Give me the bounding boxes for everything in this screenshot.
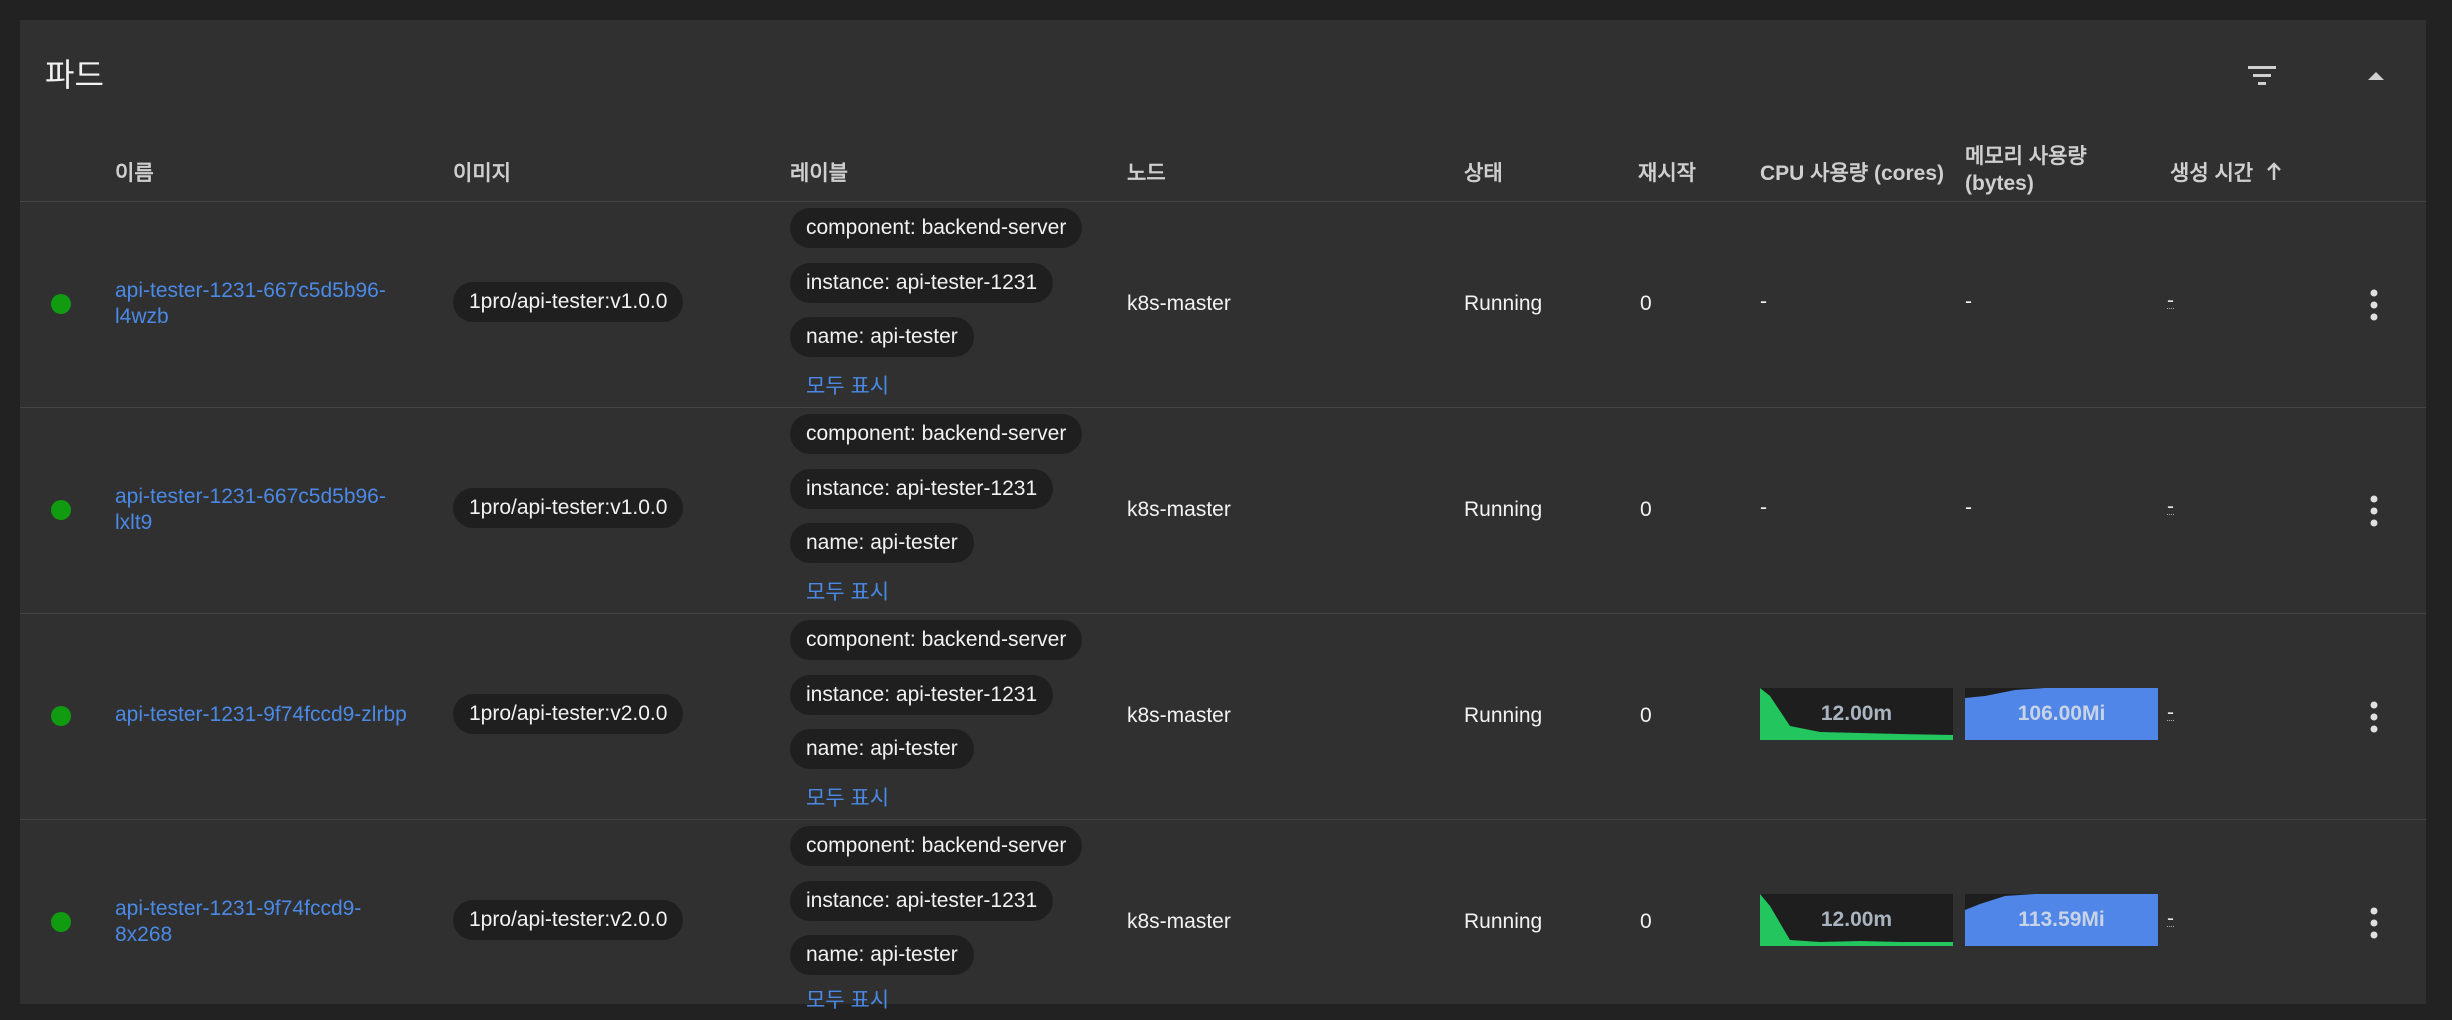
cpu-spark-label: 12.00m: [1820, 702, 1893, 725]
column-name[interactable]: 이름: [115, 157, 154, 187]
cpu-value: -: [1760, 496, 1767, 519]
table-header: 이름 이미지 레이블 노드 상태 재시작 CPU 사용량 (cores) 메모리…: [20, 135, 2426, 202]
restarts-value: 0: [1640, 498, 1652, 521]
restarts-value: 0: [1640, 910, 1652, 933]
table-row: api-tester-1231-9f74fccd9- 8x268 1pro/ap…: [20, 820, 2426, 1012]
more-vert-icon[interactable]: [2362, 905, 2386, 941]
pods-card: 파드 이름 이미지 레이블 노드 상태 재시작 CPU 사용량 (cores) …: [20, 20, 2426, 1012]
more-vert-icon[interactable]: [2362, 287, 2386, 323]
status-running-icon: [51, 912, 71, 932]
status-value: Running: [1464, 910, 1543, 933]
label-chip: name: api-tester: [790, 729, 974, 769]
pod-name-link[interactable]: api-tester-1231-9f74fccd9-zlrbp: [115, 702, 435, 728]
table-row: api-tester-1231-667c5d5b96- lxlt9 1pro/a…: [20, 408, 2426, 614]
created-value[interactable]: -: [2167, 702, 2174, 723]
label-chip: name: api-tester: [790, 935, 974, 975]
more-vert-icon[interactable]: [2362, 493, 2386, 529]
label-chip: name: api-tester: [790, 523, 974, 563]
label-chip: name: api-tester: [790, 317, 974, 357]
pod-name-line1: api-tester-1231-667c5d5b96-: [115, 485, 386, 508]
status-value: Running: [1464, 292, 1543, 315]
column-created-label: 생성 시간: [2170, 162, 2254, 185]
created-value[interactable]: -: [2167, 908, 2174, 929]
show-all-labels-link[interactable]: 모두 표시: [806, 984, 889, 1014]
node-value: k8s-master: [1127, 704, 1231, 727]
card-header: 파드: [20, 20, 2426, 135]
cpu-value: -: [1760, 290, 1767, 313]
card-title: 파드: [45, 57, 104, 93]
column-memory-line2: (bytes): [1965, 172, 2034, 195]
restarts-value: 0: [1640, 292, 1652, 315]
show-all-labels-link[interactable]: 모두 표시: [806, 370, 889, 400]
status-value: Running: [1464, 498, 1543, 521]
label-chip: instance: api-tester-1231: [790, 675, 1054, 715]
more-vert-icon[interactable]: [2362, 699, 2386, 735]
status-running-icon: [51, 294, 71, 314]
pod-name-link[interactable]: api-tester-1231-667c5d5b96- l4wzb: [115, 278, 415, 330]
table-row: api-tester-1231-667c5d5b96- l4wzb 1pro/a…: [20, 202, 2426, 408]
cpu-sparkline: 12.00m: [1760, 894, 1953, 946]
node-value: k8s-master: [1127, 498, 1231, 521]
image-chip: 1pro/api-tester:v2.0.0: [453, 694, 684, 734]
status-running-icon: [51, 706, 71, 726]
pod-name-link[interactable]: api-tester-1231-9f74fccd9- 8x268: [115, 896, 415, 948]
label-chip: instance: api-tester-1231: [790, 881, 1054, 921]
pod-name-line2: 8x268: [115, 923, 173, 946]
expand-less-icon[interactable]: [2352, 52, 2400, 100]
label-chip: component: backend-server: [790, 826, 1083, 866]
label-chip: component: backend-server: [790, 620, 1083, 660]
pod-name-link[interactable]: api-tester-1231-667c5d5b96- lxlt9: [115, 484, 415, 536]
label-chip: component: backend-server: [790, 414, 1083, 454]
image-chip: 1pro/api-tester:v1.0.0: [453, 282, 684, 322]
memory-sparkline: 106.00Mi: [1965, 688, 2158, 740]
filter-icon[interactable]: [2238, 52, 2286, 100]
column-image: 이미지: [453, 162, 511, 185]
memory-sparkline: 113.59Mi: [1965, 894, 2158, 946]
label-chip: instance: api-tester-1231: [790, 263, 1054, 303]
created-value[interactable]: -: [2167, 290, 2174, 311]
status-value: Running: [1464, 704, 1543, 727]
restarts-value: 0: [1640, 704, 1652, 727]
node-value: k8s-master: [1127, 292, 1231, 315]
column-memory-line1: 메모리 사용량: [1965, 145, 2087, 168]
column-cpu: CPU 사용량 (cores): [1760, 162, 1944, 185]
created-value[interactable]: -: [2167, 496, 2174, 517]
column-restarts: 재시작: [1638, 162, 1696, 185]
cpu-sparkline: 12.00m: [1760, 688, 1953, 740]
pod-name-line2: lxlt9: [115, 511, 153, 534]
pod-name-line1: api-tester-1231-9f74fccd9-: [115, 897, 362, 920]
memory-spark-label: 106.00Mi: [2017, 702, 2106, 725]
cpu-spark-label: 12.00m: [1820, 908, 1893, 931]
column-status[interactable]: 상태: [1464, 157, 1503, 187]
image-chip: 1pro/api-tester:v1.0.0: [453, 488, 684, 528]
show-all-labels-link[interactable]: 모두 표시: [806, 576, 889, 606]
column-created[interactable]: 생성 시간: [2170, 157, 2283, 187]
arrow-up-icon: [2267, 162, 2281, 180]
memory-value: -: [1965, 290, 1972, 313]
memory-value: -: [1965, 496, 1972, 519]
column-memory: 메모리 사용량 (bytes): [1965, 143, 2087, 197]
image-chip: 1pro/api-tester:v2.0.0: [453, 900, 684, 940]
pod-name-line2: l4wzb: [115, 305, 169, 328]
label-chip: instance: api-tester-1231: [790, 469, 1054, 509]
node-value: k8s-master: [1127, 910, 1231, 933]
label-chip: component: backend-server: [790, 208, 1083, 248]
table-row: api-tester-1231-9f74fccd9-zlrbp 1pro/api…: [20, 614, 2426, 820]
memory-spark-label: 113.59Mi: [2018, 908, 2105, 931]
show-all-labels-link[interactable]: 모두 표시: [806, 782, 889, 812]
column-labels: 레이블: [790, 162, 848, 185]
status-running-icon: [51, 500, 71, 520]
column-node[interactable]: 노드: [1127, 157, 1166, 187]
pod-name-line1: api-tester-1231-9f74fccd9-zlrbp: [115, 703, 407, 726]
pod-name-line1: api-tester-1231-667c5d5b96-: [115, 279, 386, 302]
